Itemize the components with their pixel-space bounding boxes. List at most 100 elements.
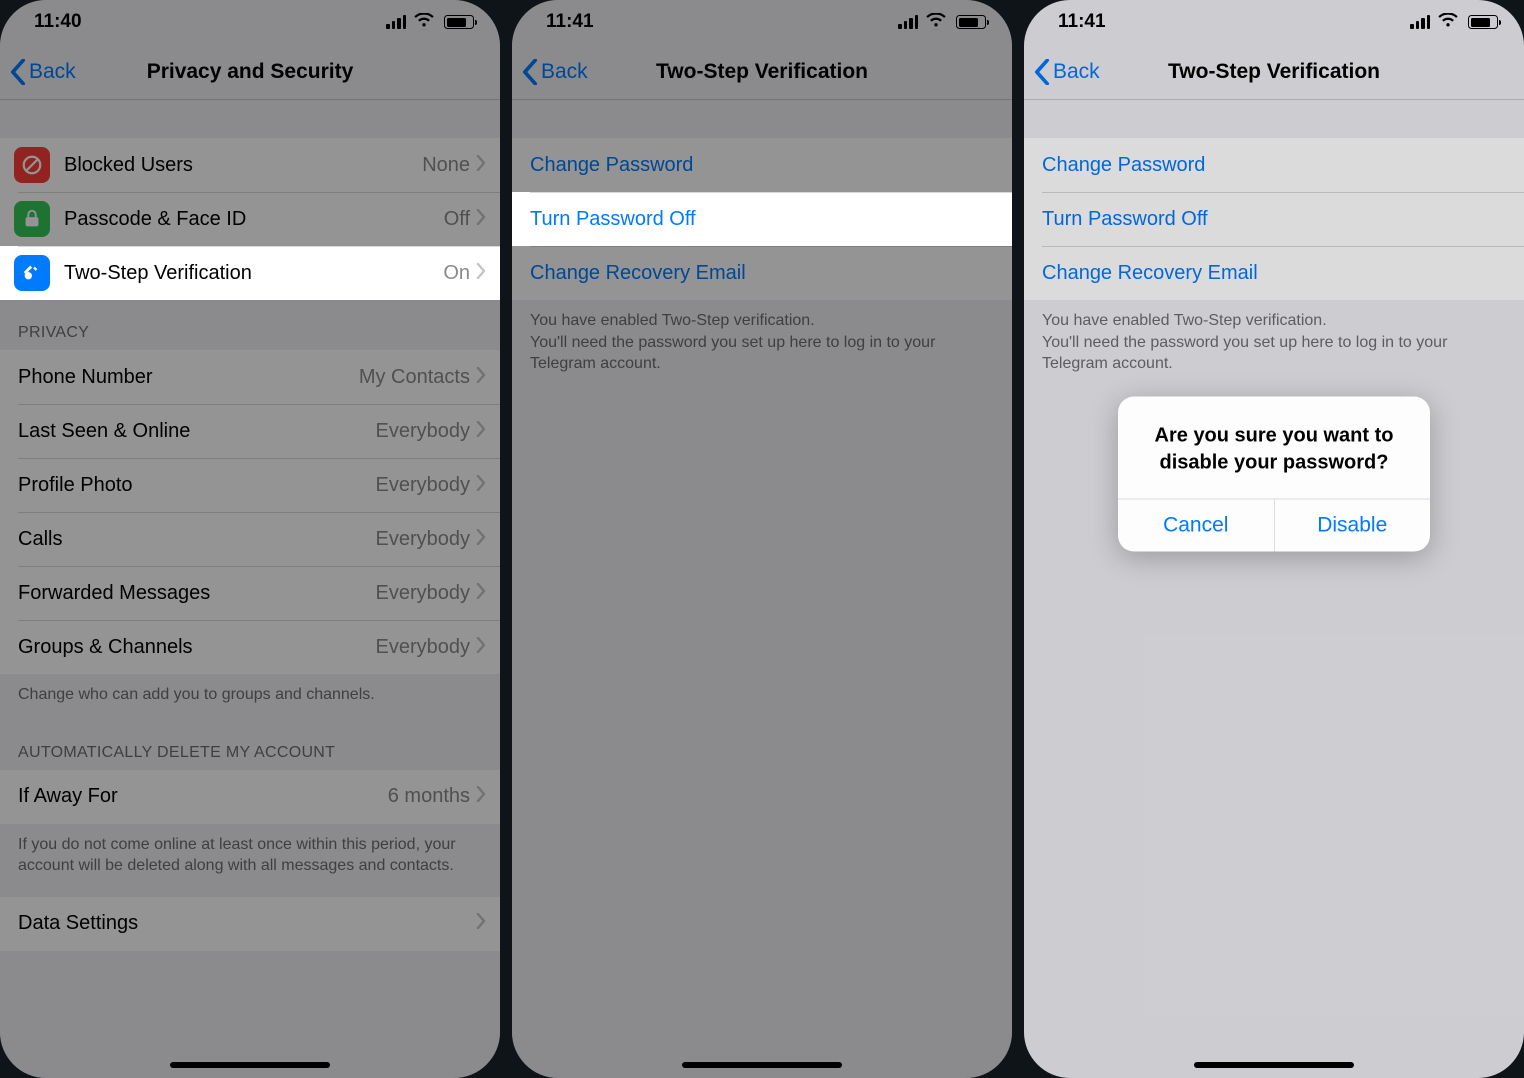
row-value: Everybody: [376, 420, 471, 443]
row-label: Change Recovery Email: [1042, 262, 1510, 285]
battery-icon: [1468, 15, 1498, 29]
row-value: Everybody: [376, 582, 471, 605]
home-indicator[interactable]: [1194, 1062, 1354, 1068]
back-button[interactable]: Back: [1034, 59, 1100, 85]
section-header-auto-delete: Automatically Delete My Account: [0, 720, 500, 770]
row-label: Phone Number: [18, 366, 359, 389]
row-phone-number[interactable]: Phone Number My Contacts: [0, 350, 500, 404]
row-value: 6 months: [388, 785, 470, 808]
row-label: Data Settings: [18, 912, 476, 935]
screen-two-step-alert: 11:41 Back Two-Step Verification Change …: [1024, 0, 1524, 1078]
wifi-icon: [1438, 13, 1458, 31]
row-label: Change Password: [530, 154, 998, 177]
row-label: Change Password: [1042, 154, 1510, 177]
cellular-icon: [386, 15, 406, 29]
row-forwarded-messages[interactable]: Forwarded Messages Everybody: [0, 566, 500, 620]
row-label: Turn Password Off: [530, 208, 998, 231]
status-time: 11:41: [1058, 11, 1106, 33]
chevron-left-icon: [522, 59, 538, 85]
row-change-password[interactable]: Change Password: [1024, 138, 1524, 192]
row-blocked-users[interactable]: Blocked Users None: [0, 138, 500, 192]
row-turn-password-off[interactable]: Turn Password Off: [512, 192, 1012, 246]
battery-icon: [444, 15, 474, 29]
chevron-right-icon: [476, 786, 486, 807]
chevron-right-icon: [476, 583, 486, 604]
row-last-seen[interactable]: Last Seen & Online Everybody: [0, 404, 500, 458]
row-label: Two-Step Verification: [64, 262, 443, 285]
row-groups-channels[interactable]: Groups & Channels Everybody: [0, 620, 500, 674]
row-change-recovery-email[interactable]: Change Recovery Email: [512, 246, 1012, 300]
nav-bar: Back Two-Step Verification: [512, 44, 1012, 100]
back-button[interactable]: Back: [10, 59, 76, 85]
screen-two-step: 11:41 Back Two-Step Verification Change …: [512, 0, 1012, 1078]
content: Blocked Users None Passcode & Face ID Of…: [0, 100, 500, 1078]
back-label: Back: [29, 60, 76, 84]
row-value: None: [422, 154, 470, 177]
status-indicators: [386, 13, 474, 31]
row-turn-password-off[interactable]: Turn Password Off: [1024, 192, 1524, 246]
block-icon: [14, 147, 50, 183]
alert-disable-password: Are you sure you want to disable your pa…: [1118, 397, 1430, 552]
row-value: Everybody: [376, 474, 471, 497]
status-bar: 11:40: [0, 0, 500, 44]
status-time: 11:40: [34, 11, 82, 33]
row-label: Forwarded Messages: [18, 582, 376, 605]
alert-cancel-button[interactable]: Cancel: [1118, 500, 1274, 552]
back-label: Back: [1053, 60, 1100, 84]
section-footer-auto-delete: If you do not come online at least once …: [0, 824, 500, 891]
section-header-privacy: Privacy: [0, 300, 500, 350]
row-calls[interactable]: Calls Everybody: [0, 512, 500, 566]
content: Change Password Turn Password Off Change…: [1024, 100, 1524, 1078]
row-value: My Contacts: [359, 366, 470, 389]
row-label: Profile Photo: [18, 474, 376, 497]
row-two-step-verification[interactable]: Two-Step Verification On: [0, 246, 500, 300]
chevron-right-icon: [476, 475, 486, 496]
alert-buttons: Cancel Disable: [1118, 499, 1430, 552]
row-label: Calls: [18, 528, 376, 551]
nav-bar: Back Two-Step Verification: [1024, 44, 1524, 100]
status-time: 11:41: [546, 11, 594, 33]
content: Change Password Turn Password Off Change…: [512, 100, 1012, 1078]
wifi-icon: [414, 13, 434, 31]
row-value: On: [443, 262, 470, 285]
home-indicator[interactable]: [170, 1062, 330, 1068]
row-data-settings[interactable]: Data Settings: [0, 897, 500, 951]
chevron-left-icon: [10, 59, 26, 85]
status-indicators: [898, 13, 986, 31]
row-value: Everybody: [376, 636, 471, 659]
row-passcode-faceid[interactable]: Passcode & Face ID Off: [0, 192, 500, 246]
section-footer-two-step: You have enabled Two-Step verification. …: [512, 300, 1012, 389]
row-label: Groups & Channels: [18, 636, 376, 659]
row-label: Blocked Users: [64, 154, 422, 177]
key-icon: [14, 255, 50, 291]
row-change-password[interactable]: Change Password: [512, 138, 1012, 192]
status-indicators: [1410, 13, 1498, 31]
back-button[interactable]: Back: [522, 59, 588, 85]
chevron-right-icon: [476, 155, 486, 176]
row-value: Off: [444, 208, 470, 231]
chevron-right-icon: [476, 913, 486, 934]
screen-privacy-security: 11:40 Back Privacy and Security: [0, 0, 500, 1078]
back-label: Back: [541, 60, 588, 84]
chevron-right-icon: [476, 637, 486, 658]
row-label: Last Seen & Online: [18, 420, 376, 443]
row-label: Passcode & Face ID: [64, 208, 444, 231]
chevron-right-icon: [476, 263, 486, 284]
status-bar: 11:41: [1024, 0, 1524, 44]
row-change-recovery-email[interactable]: Change Recovery Email: [1024, 246, 1524, 300]
home-indicator[interactable]: [682, 1062, 842, 1068]
chevron-right-icon: [476, 421, 486, 442]
chevron-right-icon: [476, 209, 486, 230]
lock-icon: [14, 201, 50, 237]
alert-disable-button[interactable]: Disable: [1274, 500, 1431, 552]
row-value: Everybody: [376, 528, 471, 551]
nav-bar: Back Privacy and Security: [0, 44, 500, 100]
cellular-icon: [1410, 15, 1430, 29]
row-if-away-for[interactable]: If Away For 6 months: [0, 770, 500, 824]
row-profile-photo[interactable]: Profile Photo Everybody: [0, 458, 500, 512]
section-footer-privacy: Change who can add you to groups and cha…: [0, 674, 500, 720]
chevron-left-icon: [1034, 59, 1050, 85]
row-label: Change Recovery Email: [530, 262, 998, 285]
section-footer-two-step: You have enabled Two-Step verification. …: [1024, 300, 1524, 389]
row-label: Turn Password Off: [1042, 208, 1510, 231]
